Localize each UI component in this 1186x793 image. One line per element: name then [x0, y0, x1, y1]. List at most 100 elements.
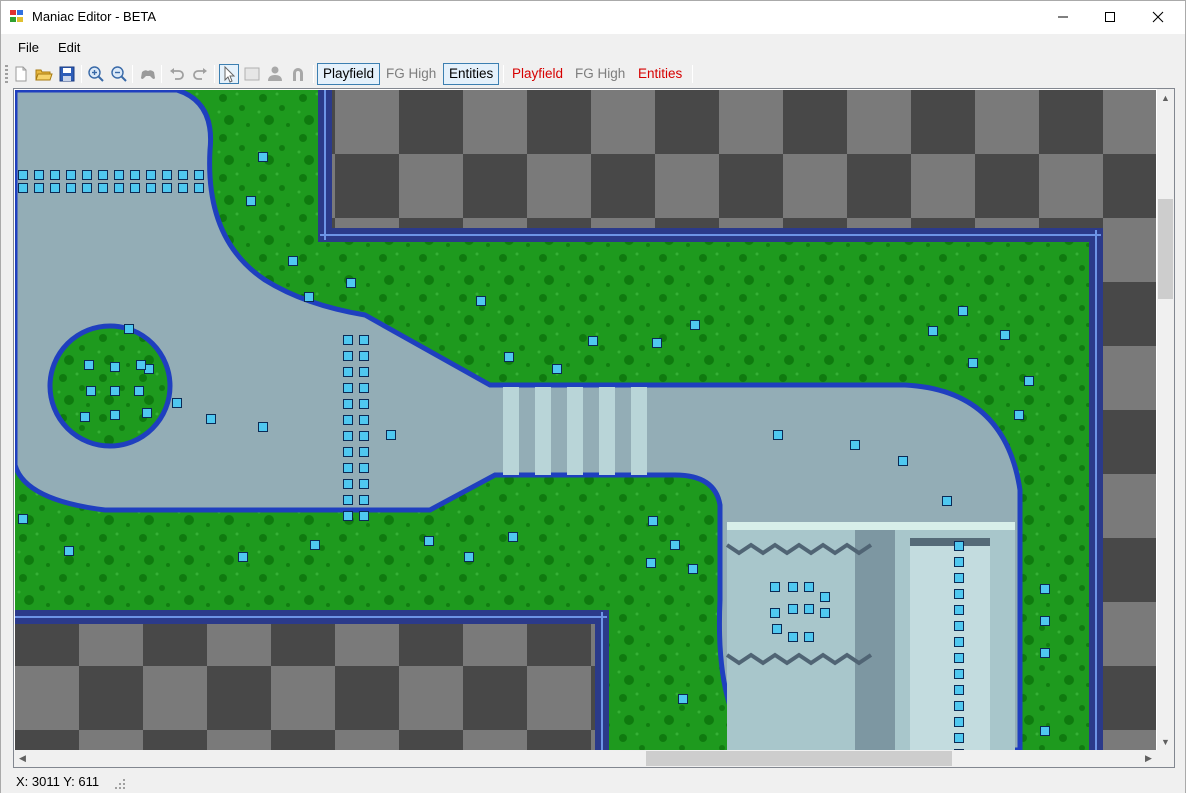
entity-marker[interactable]: [804, 582, 814, 592]
entity-marker[interactable]: [359, 447, 369, 457]
scroll-left-icon[interactable]: ◀: [14, 750, 31, 767]
entity-marker[interactable]: [343, 399, 353, 409]
entity-marker[interactable]: [954, 685, 964, 695]
entity-marker[interactable]: [304, 292, 314, 302]
entity-marker[interactable]: [50, 183, 60, 193]
zoom-in-icon[interactable]: [86, 64, 106, 84]
gamepad-icon[interactable]: [138, 64, 158, 84]
entity-marker[interactable]: [246, 196, 256, 206]
entity-marker[interactable]: [178, 170, 188, 180]
redo-icon[interactable]: [190, 64, 210, 84]
minimize-button[interactable]: [1040, 1, 1086, 33]
entity-marker[interactable]: [310, 540, 320, 550]
entity-marker[interactable]: [110, 386, 120, 396]
entity-marker[interactable]: [968, 358, 978, 368]
entity-marker[interactable]: [34, 183, 44, 193]
entity-marker[interactable]: [954, 573, 964, 583]
pointer-icon[interactable]: [219, 64, 239, 84]
entity-marker[interactable]: [343, 415, 353, 425]
entity-marker[interactable]: [343, 335, 353, 345]
entity-marker[interactable]: [359, 399, 369, 409]
entity-marker[interactable]: [954, 669, 964, 679]
entity-marker[interactable]: [18, 514, 28, 524]
resize-grip-icon[interactable]: [113, 777, 127, 789]
entity-marker[interactable]: [80, 412, 90, 422]
layer-playfield-toggle[interactable]: Playfield: [317, 63, 381, 85]
entity-marker[interactable]: [50, 170, 60, 180]
menu-file[interactable]: File: [18, 40, 39, 55]
edit-layer-entities-toggle[interactable]: Entities: [632, 63, 688, 85]
entity-marker[interactable]: [678, 694, 688, 704]
entity-marker[interactable]: [343, 447, 353, 457]
vertical-scroll-thumb[interactable]: [1158, 199, 1173, 299]
entity-marker[interactable]: [942, 496, 952, 506]
entity-marker[interactable]: [82, 183, 92, 193]
entity-marker[interactable]: [258, 152, 268, 162]
new-file-icon[interactable]: [11, 64, 31, 84]
entity-marker[interactable]: [1000, 330, 1010, 340]
entity-marker[interactable]: [34, 170, 44, 180]
entity-marker[interactable]: [1040, 616, 1050, 626]
entity-marker[interactable]: [958, 306, 968, 316]
entity-marker[interactable]: [136, 360, 146, 370]
entity-marker[interactable]: [359, 431, 369, 441]
entity-marker[interactable]: [146, 183, 156, 193]
entity-marker[interactable]: [178, 183, 188, 193]
entity-marker[interactable]: [1040, 584, 1050, 594]
entity-marker[interactable]: [652, 338, 662, 348]
entity-marker[interactable]: [238, 552, 248, 562]
entity-marker[interactable]: [18, 183, 28, 193]
entity-marker[interactable]: [130, 183, 140, 193]
entity-marker[interactable]: [359, 367, 369, 377]
entity-marker[interactable]: [773, 430, 783, 440]
maximize-button[interactable]: [1087, 1, 1133, 33]
entity-marker[interactable]: [424, 536, 434, 546]
entity-marker[interactable]: [162, 183, 172, 193]
entity-marker[interactable]: [258, 422, 268, 432]
entity-marker[interactable]: [1014, 410, 1024, 420]
horizontal-scrollbar[interactable]: ◀ ▶: [14, 750, 1157, 767]
entity-marker[interactable]: [1024, 376, 1034, 386]
entity-marker[interactable]: [770, 582, 780, 592]
entity-marker[interactable]: [954, 621, 964, 631]
entity-marker[interactable]: [194, 170, 204, 180]
close-button[interactable]: [1135, 1, 1181, 33]
entity-marker[interactable]: [343, 383, 353, 393]
level-canvas[interactable]: [15, 90, 1156, 750]
entity-marker[interactable]: [464, 552, 474, 562]
entity-marker[interactable]: [110, 362, 120, 372]
entity-marker[interactable]: [18, 170, 28, 180]
entity-marker[interactable]: [124, 324, 134, 334]
magnet-icon[interactable]: [288, 64, 308, 84]
entity-marker[interactable]: [954, 653, 964, 663]
entity-marker[interactable]: [508, 532, 518, 542]
entity-marker[interactable]: [343, 351, 353, 361]
entity-marker[interactable]: [343, 431, 353, 441]
zoom-out-icon[interactable]: [109, 64, 129, 84]
entity-marker[interactable]: [343, 511, 353, 521]
entity-marker[interactable]: [172, 398, 182, 408]
entity-marker[interactable]: [359, 463, 369, 473]
vertical-scrollbar[interactable]: ▲ ▼: [1157, 89, 1174, 750]
entity-marker[interactable]: [66, 170, 76, 180]
entity-marker[interactable]: [359, 383, 369, 393]
entity-marker[interactable]: [788, 582, 798, 592]
entity-marker[interactable]: [648, 516, 658, 526]
entity-marker[interactable]: [343, 479, 353, 489]
entity-marker[interactable]: [359, 335, 369, 345]
entity-marker[interactable]: [359, 479, 369, 489]
entity-marker[interactable]: [804, 604, 814, 614]
entity-marker[interactable]: [66, 183, 76, 193]
entity-marker[interactable]: [954, 733, 964, 743]
entity-marker[interactable]: [804, 632, 814, 642]
entity-marker[interactable]: [84, 360, 94, 370]
toolbar-grip[interactable]: [5, 65, 8, 83]
entity-marker[interactable]: [954, 541, 964, 551]
horizontal-scroll-thumb[interactable]: [646, 751, 952, 766]
entity-marker[interactable]: [134, 386, 144, 396]
entity-marker[interactable]: [954, 605, 964, 615]
menu-edit[interactable]: Edit: [58, 40, 80, 55]
entity-marker[interactable]: [114, 170, 124, 180]
entity-marker[interactable]: [359, 351, 369, 361]
save-icon[interactable]: [57, 64, 77, 84]
